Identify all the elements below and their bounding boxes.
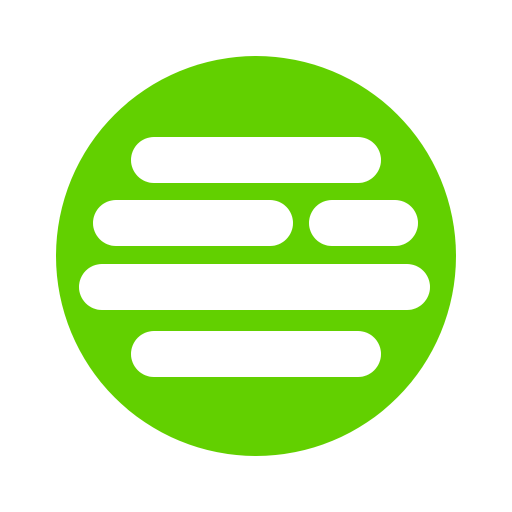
text-line-2-left bbox=[93, 200, 293, 246]
text-line-1 bbox=[131, 137, 381, 183]
text-line-2-right bbox=[309, 200, 418, 246]
text-line-4 bbox=[131, 331, 381, 377]
circle-background bbox=[56, 56, 456, 456]
green-circle-text-lines-icon bbox=[56, 56, 456, 456]
icon-canvas bbox=[0, 0, 512, 512]
text-line-3 bbox=[79, 264, 430, 310]
